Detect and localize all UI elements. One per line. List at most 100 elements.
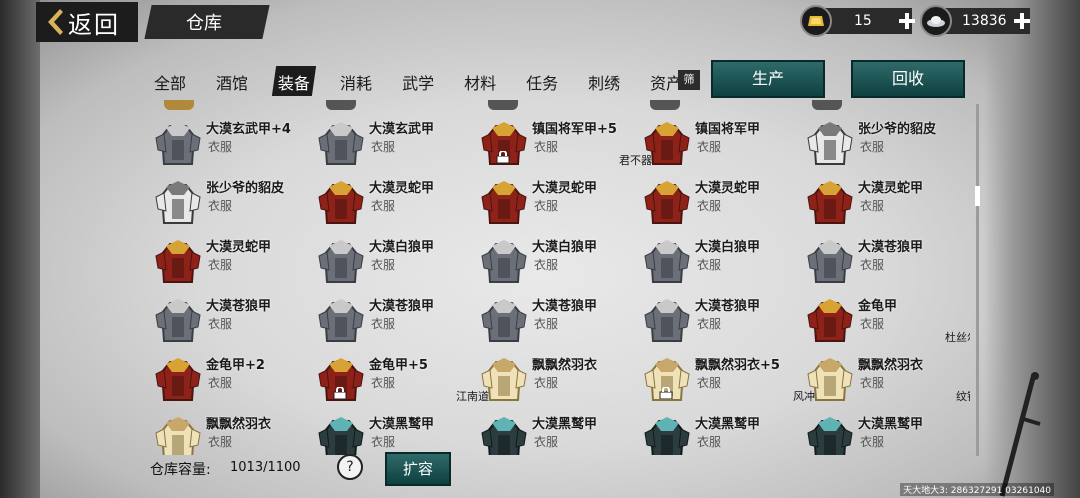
inventory-item[interactable]: 飘飘然羽衣+5 衣服 风冲 (639, 350, 815, 406)
inventory-item[interactable]: 飘飘然羽衣衣服纹银 (802, 350, 970, 406)
category-tabs: 全部 酒馆 装备 消耗 武学 材料 任务 刺绣 资产 (150, 66, 708, 96)
cream-robe-icon (478, 354, 530, 406)
tab-0[interactable]: 全部 (150, 66, 190, 96)
recycle-button[interactable]: 回收 (851, 60, 965, 98)
item-name: 大漠黑鹫甲 (695, 417, 761, 432)
item-type: 衣服 (697, 317, 722, 331)
inventory-item[interactable]: 大漠苍狼甲 衣服 (639, 291, 799, 347)
inventory-item[interactable]: 大漠黑鹫甲 衣服 (802, 409, 962, 455)
item-type: 衣服 (534, 435, 559, 449)
lock-icon (496, 148, 510, 164)
red-gold-armor-icon (315, 177, 367, 229)
inventory-item[interactable]: 大漠黑鹫甲 衣服 (639, 409, 799, 455)
inventory-item[interactable]: 镇国将军甲 衣服 (639, 114, 799, 170)
inventory-item[interactable]: 大漠白狼甲 衣服 (476, 232, 636, 288)
item-name: 大漠灵蛇甲 (695, 181, 761, 196)
tab-label: 消耗 (340, 74, 373, 93)
inventory-item[interactable]: 镇国将军甲+5 衣服 君不器 (476, 114, 652, 170)
inventory-item[interactable]: 大漠苍狼甲 衣服 (150, 291, 310, 347)
white-fur-coat-icon (152, 177, 204, 229)
inventory-item[interactable]: 飘飘然羽衣 衣服 (476, 350, 636, 406)
inventory-item[interactable]: 飘飘然羽衣 衣服 (150, 409, 310, 455)
gray-fur-armor-icon (152, 118, 204, 170)
inventory-item[interactable]: 大漠白狼甲 衣服 (639, 232, 799, 288)
item-type: 衣服 (371, 317, 396, 331)
inventory-item[interactable]: 大漠苍狼甲 衣服 (476, 291, 636, 347)
inventory-item[interactable]: 大漠苍狼甲 衣服 (802, 232, 962, 288)
inventory-item[interactable]: 大漠玄武甲+4 衣服 (150, 114, 310, 170)
tab-label: 装备 (277, 74, 310, 93)
filter-button[interactable]: 筛 (678, 70, 700, 90)
item-type: 衣服 (208, 258, 233, 272)
item-name: 镇国将军甲+5 (532, 122, 617, 137)
item-name: 大漠苍狼甲 (369, 299, 435, 314)
red-gold-armor-icon (152, 354, 204, 406)
grid-scroll-thumb[interactable] (975, 186, 980, 206)
cream-robe-icon (804, 354, 856, 406)
top-bar: 返回 仓库 15 13836 (0, 0, 1080, 44)
tab-4[interactable]: 武学 (398, 66, 438, 96)
item-name: 大漠灵蛇甲 (206, 240, 272, 255)
tab-3[interactable]: 消耗 (336, 66, 376, 96)
item-name: 大漠白狼甲 (369, 240, 435, 255)
white-fur-coat-icon (804, 118, 856, 170)
capacity-label: 仓库容量: (150, 462, 211, 478)
inventory-item[interactable]: 张少爷的貂皮 衣服 (150, 173, 310, 229)
inventory-item[interactable]: 大漠灵蛇甲 衣服 (150, 232, 310, 288)
inventory-item[interactable]: 大漠灵蛇甲 衣服 (476, 173, 636, 229)
item-name: 大漠黑鹫甲 (369, 417, 435, 432)
inventory-item[interactable]: 大漠黑鹫甲 衣服 (313, 409, 473, 455)
item-name: 飘飘然羽衣 (206, 417, 272, 432)
grid-scrollbar[interactable] (976, 104, 979, 456)
item-name: 大漠玄武甲+4 (206, 122, 291, 137)
back-button[interactable]: 返回 (36, 2, 138, 42)
produce-button[interactable]: 生产 (711, 60, 825, 98)
inventory-item[interactable]: 金龟甲衣服杜丝尔 (802, 291, 970, 347)
red-gold-armor-icon (804, 177, 856, 229)
inventory-item[interactable]: 大漠玄武甲 衣服 (313, 114, 473, 170)
add-silver-button[interactable] (1013, 12, 1031, 30)
inventory-item[interactable]: 大漠灵蛇甲 衣服 (313, 173, 473, 229)
sword-decoration-icon (999, 372, 1041, 497)
help-button[interactable]: ? (337, 454, 363, 480)
gold-amount: 15 (854, 13, 872, 29)
inventory-item[interactable]: 大漠灵蛇甲 衣服 (639, 173, 799, 229)
tab-7[interactable]: 刺绣 (584, 66, 624, 96)
tab-5[interactable]: 材料 (460, 66, 500, 96)
inventory-item[interactable]: 大漠苍狼甲 衣服 (313, 291, 473, 347)
inventory-item[interactable]: 张少爷的貂皮 衣服 (802, 114, 962, 170)
partial-item-icon (812, 100, 842, 110)
add-gold-button[interactable] (898, 12, 916, 30)
item-type: 衣服 (208, 435, 233, 449)
item-type: 衣服 (371, 376, 396, 390)
tab-6[interactable]: 任务 (522, 66, 562, 96)
item-type: 衣服 (860, 258, 885, 272)
inventory-item[interactable]: 大漠黑鹫甲 衣服 (476, 409, 636, 455)
item-type: 衣服 (371, 258, 396, 272)
item-type: 衣服 (697, 435, 722, 449)
inventory-item[interactable]: 大漠白狼甲 衣服 (313, 232, 473, 288)
silver-amount: 13836 (962, 13, 1007, 29)
inventory-item[interactable]: 金龟甲+5 衣服 江南道 (313, 350, 489, 406)
item-grid[interactable]: 大漠玄武甲+4 衣服 大漠玄武甲 衣服 镇国将军甲+5 衣服 君不器 镇国将军甲 衣服 张少爷的貂… (150, 100, 970, 455)
item-name: 大漠灵蛇甲 (532, 181, 598, 196)
gray-fur-armor-icon (152, 295, 204, 347)
inventory-item[interactable]: 大漠灵蛇甲 衣服 (802, 173, 962, 229)
gray-fur-armor-icon (315, 118, 367, 170)
inventory-item[interactable]: 金龟甲+2 衣服 (150, 350, 310, 406)
item-name: 大漠白狼甲 (532, 240, 598, 255)
item-name: 大漠黑鹫甲 (858, 417, 924, 432)
partial-item-icon (488, 100, 518, 110)
tab-label: 任务 (526, 74, 559, 93)
item-type: 衣服 (860, 376, 885, 390)
dark-teal-armor-icon (478, 413, 530, 455)
expand-capacity-button[interactable]: 扩容 (385, 452, 451, 486)
item-name: 大漠灵蛇甲 (369, 181, 435, 196)
item-owner: 杜丝尔 (945, 331, 970, 344)
tab-1[interactable]: 酒馆 (212, 66, 252, 96)
item-name: 张少爷的貂皮 (858, 122, 937, 137)
gray-fur-armor-icon (804, 236, 856, 288)
item-name: 镇国将军甲 (695, 122, 761, 137)
item-name: 飘飘然羽衣 (858, 358, 924, 373)
tab-2[interactable]: 装备 (271, 66, 317, 96)
